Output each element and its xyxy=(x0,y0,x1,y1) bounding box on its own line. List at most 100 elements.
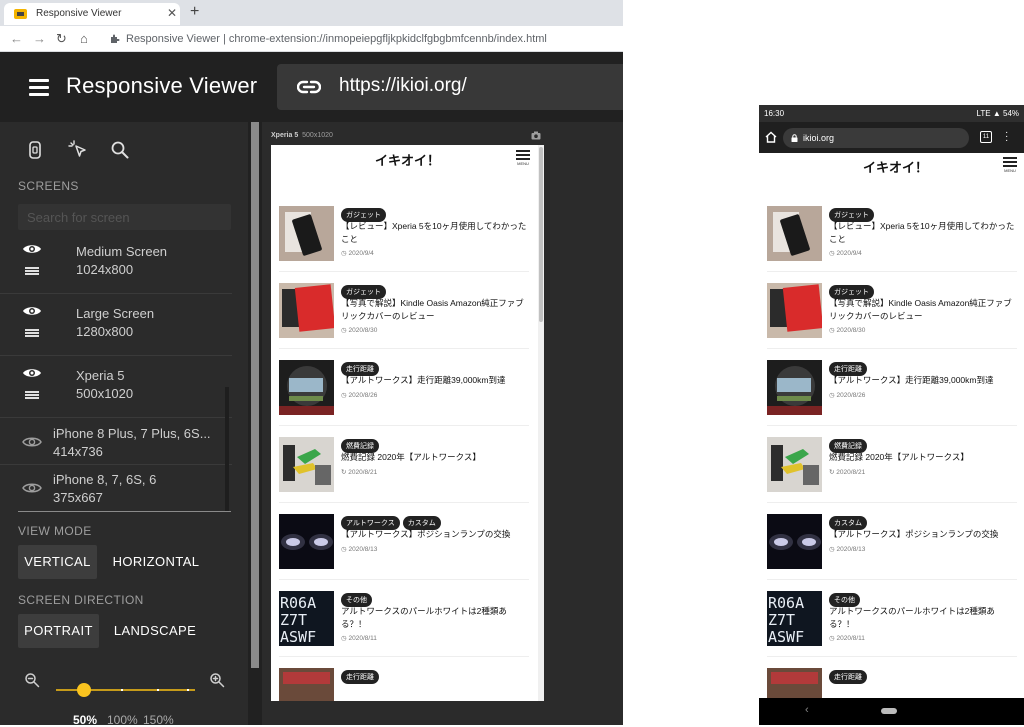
screen-name: Large Screen xyxy=(76,306,155,321)
post-thumbnail[interactable] xyxy=(279,360,334,415)
view-mode-vertical-button[interactable]: VERTICAL xyxy=(18,545,97,579)
post-divider xyxy=(767,271,1017,272)
post-thumbnail[interactable] xyxy=(279,283,334,338)
kebab-menu-icon[interactable]: · · · xyxy=(1005,128,1008,146)
zoom-out-icon[interactable] xyxy=(24,672,40,688)
direction-landscape-button[interactable]: LANDSCAPE xyxy=(107,614,203,648)
site-title[interactable]: イキオイ！ xyxy=(863,157,928,176)
eye-icon[interactable] xyxy=(22,366,42,380)
post-title[interactable]: 【アルトワークス】ポジションランプの交換 xyxy=(341,528,531,541)
post-thumbnail[interactable] xyxy=(279,437,334,492)
post-date: ◷ 2020/8/26 xyxy=(829,391,865,399)
post-title[interactable]: 【写真で解説】Kindle Oasis Amazon純正ファブリックカバーのレビ… xyxy=(341,297,531,323)
eye-icon[interactable] xyxy=(22,304,42,318)
frame-scrollbar[interactable] xyxy=(538,145,544,701)
post-title[interactable]: 【レビュー】Xperia 5を10ヶ月使用してわかったこと xyxy=(829,220,1019,246)
post-title[interactable]: 燃費記録 2020年【アルトワークス】 xyxy=(829,451,1019,464)
post-thumbnail[interactable] xyxy=(279,514,334,569)
hamburger-menu-icon[interactable] xyxy=(29,79,49,96)
home-icon[interactable] xyxy=(765,131,777,143)
post-thumbnail[interactable] xyxy=(279,206,334,261)
app-header: Responsive Viewer https://ikioi.org/ xyxy=(0,52,623,122)
screen-item-large[interactable]: Large Screen 1280x800 xyxy=(0,294,232,356)
search-icon[interactable] xyxy=(110,140,130,160)
post-thumbnail[interactable] xyxy=(767,514,822,569)
drag-handle-icon[interactable] xyxy=(25,329,39,340)
divider xyxy=(18,511,231,512)
post-title[interactable]: 燃費記録 2020年【アルトワークス】 xyxy=(341,451,531,464)
post-date-text: 2020/8/21 xyxy=(348,469,378,476)
post-date: ◷ 2020/8/13 xyxy=(341,545,377,553)
post-thumbnail[interactable]: R06A Z7T ASWF xyxy=(767,591,822,646)
post-thumbnail[interactable] xyxy=(279,668,334,701)
post-date: ↻ 2020/8/21 xyxy=(341,468,377,476)
direction-portrait-button[interactable]: PORTRAIT xyxy=(18,614,99,648)
forward-arrow-icon[interactable]: → xyxy=(33,32,46,45)
post-date-text: 2020/8/26 xyxy=(348,392,378,399)
post-tag[interactable]: 走行距離 xyxy=(341,670,379,684)
tab-switcher-icon[interactable]: 11 xyxy=(980,131,992,143)
post-divider xyxy=(279,425,529,426)
site-menu-icon[interactable]: MENU xyxy=(1003,157,1017,173)
screen-item-iphone[interactable]: iPhone 8, 7, 6S, 6 375x667 xyxy=(0,466,232,511)
browser-tab[interactable]: Responsive Viewer ✕ xyxy=(4,3,180,25)
home-pill-icon[interactable] xyxy=(881,708,897,714)
zoom-slider-thumb[interactable] xyxy=(77,683,91,697)
post-date: ◷ 2020/9/4 xyxy=(829,249,862,257)
screen-size: 500x1020 xyxy=(76,386,134,401)
eye-icon[interactable] xyxy=(22,242,42,256)
screen-list-scrollbar[interactable] xyxy=(225,387,229,512)
screen-item-medium[interactable]: Medium Screen 1024x800 xyxy=(0,232,232,294)
post-thumbnail[interactable] xyxy=(767,206,822,261)
search-screen-input[interactable]: Search for screen xyxy=(18,204,231,230)
mobile-address-bar: ikioi.org 11 · · · xyxy=(759,122,1024,153)
device-preview-frame[interactable]: イキオイ！ MENU ガジェット 【レビュー】Xperia 5を10ヶ月使用してわ… xyxy=(271,145,544,701)
post-date-text: 2020/9/4 xyxy=(836,250,862,257)
post-title[interactable]: アルトワークスのパールホワイトは2種類ある？！ xyxy=(829,605,1019,631)
tab-close-icon[interactable]: ✕ xyxy=(167,6,177,20)
site-menu-icon[interactable]: MENU xyxy=(516,150,530,166)
reload-icon[interactable]: ↻ xyxy=(56,32,67,45)
post-divider xyxy=(767,502,1017,503)
new-tab-icon[interactable]: + xyxy=(190,3,199,21)
drag-handle-icon[interactable] xyxy=(25,267,39,278)
url-input[interactable]: https://ikioi.org/ xyxy=(277,64,623,110)
post-tag[interactable]: 走行距離 xyxy=(829,670,867,684)
post-title[interactable]: 【アルトワークス】走行距離39,000km到達 xyxy=(341,374,531,387)
mobile-url-text: ikioi.org xyxy=(803,133,835,143)
site-title[interactable]: イキオイ！ xyxy=(375,150,440,169)
post-thumbnail[interactable] xyxy=(767,283,822,338)
screen-item-xperia[interactable]: Xperia 5 500x1020 xyxy=(0,356,232,418)
post-title[interactable]: アルトワークスのパールホワイトは2種類ある？！ xyxy=(341,605,531,631)
post-title[interactable]: 【写真で解説】Kindle Oasis Amazon純正ファブリックカバーのレビ… xyxy=(829,297,1019,323)
post-thumbnail[interactable] xyxy=(767,437,822,492)
view-mode-horizontal-button[interactable]: HORIZONTAL xyxy=(105,545,207,579)
scrollbar-thumb[interactable] xyxy=(539,147,543,322)
browser-address-bar[interactable]: Responsive Viewer | chrome-extension://i… xyxy=(104,29,619,49)
drag-handle-icon[interactable] xyxy=(25,391,39,402)
screen-item-iphone-plus[interactable]: iPhone 8 Plus, 7 Plus, 6S... 414x736 xyxy=(0,420,232,465)
zoom-in-icon[interactable] xyxy=(209,672,225,688)
scrollbar-thumb[interactable] xyxy=(251,122,259,668)
eye-hidden-icon[interactable] xyxy=(22,481,42,495)
post-title[interactable]: 【アルトワークス】走行距離39,000km到達 xyxy=(829,374,1019,387)
device-toggle-icon[interactable] xyxy=(25,140,45,160)
mobile-url-field[interactable]: ikioi.org xyxy=(783,128,969,148)
screen-size: 1280x800 xyxy=(76,324,134,339)
back-arrow-icon[interactable]: ← xyxy=(10,32,23,45)
zoom-tick xyxy=(157,689,159,691)
home-icon[interactable]: ⌂ xyxy=(80,32,88,45)
post-title[interactable]: 【レビュー】Xperia 5を10ヶ月使用してわかったこと xyxy=(341,220,531,246)
post-date-text: 2020/9/4 xyxy=(348,250,374,257)
screen-name: Xperia 5 xyxy=(76,368,125,383)
screen-name: Medium Screen xyxy=(76,244,168,259)
sidebar-scrollbar[interactable] xyxy=(248,122,262,725)
post-thumbnail[interactable]: R06A Z7T ASWF xyxy=(279,591,334,646)
back-icon[interactable]: ‹ xyxy=(805,704,809,716)
post-title[interactable]: 【アルトワークス】ポジションランプの交換 xyxy=(829,528,1019,541)
camera-icon[interactable] xyxy=(531,131,541,140)
post-thumbnail[interactable] xyxy=(767,360,822,415)
cursor-sync-icon[interactable] xyxy=(68,140,88,160)
eye-hidden-icon[interactable] xyxy=(22,435,42,449)
view-mode-header: VIEW MODE xyxy=(18,524,92,538)
